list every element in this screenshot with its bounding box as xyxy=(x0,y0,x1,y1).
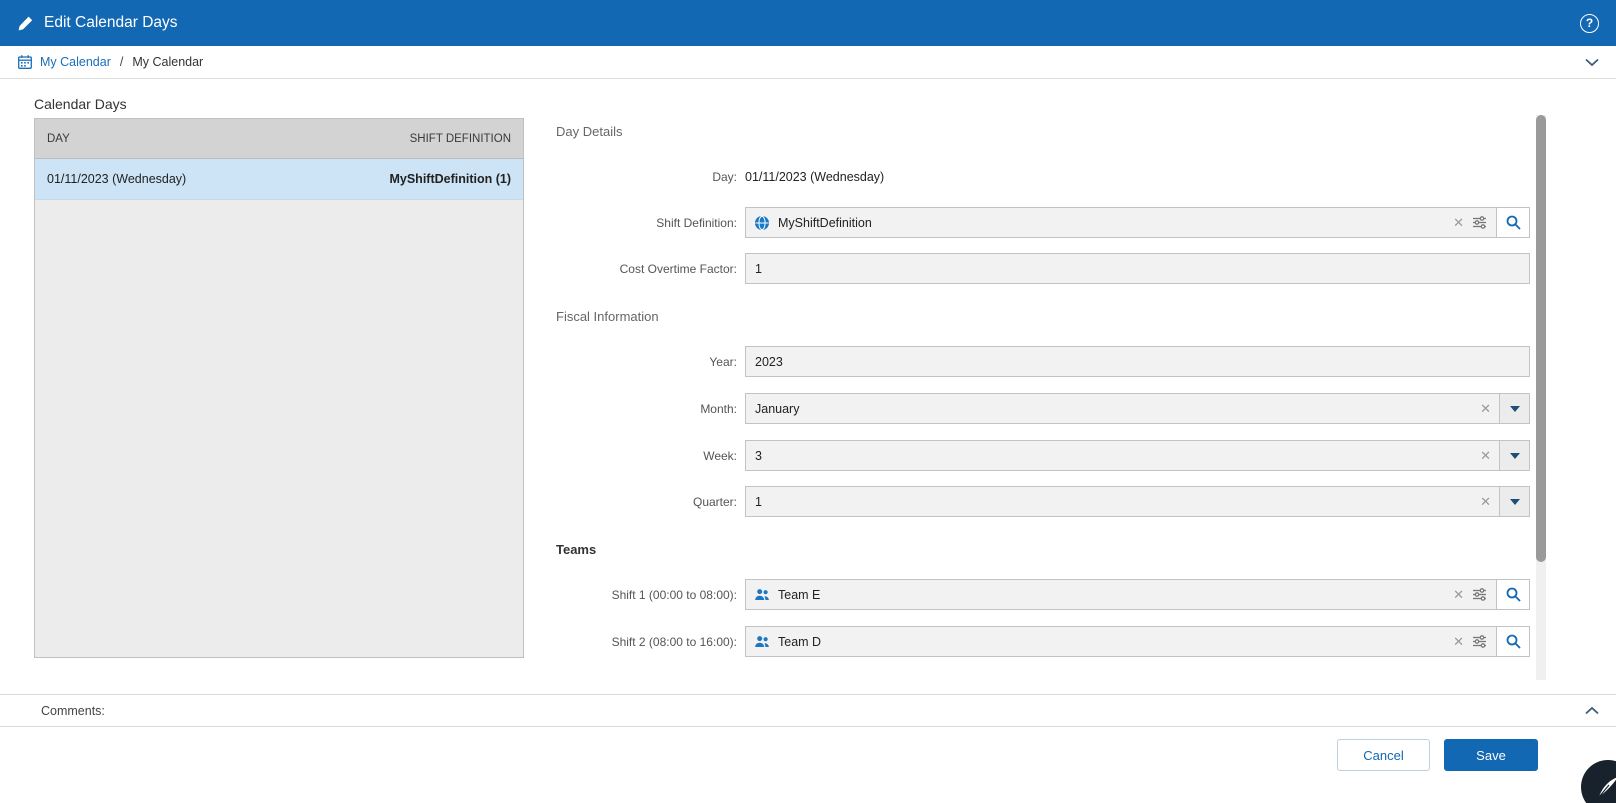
quarter-select[interactable]: 1 ✕ xyxy=(745,486,1530,517)
clear-icon[interactable]: ✕ xyxy=(1480,448,1491,464)
quarter-row: Quarter: 1 ✕ xyxy=(556,486,1530,517)
day-value: 01/11/2023 (Wednesday) xyxy=(745,169,885,184)
cancel-button[interactable]: Cancel xyxy=(1337,739,1430,771)
breadcrumb: My Calendar / My Calendar xyxy=(0,46,1616,79)
shift2-team-search-button[interactable] xyxy=(1496,627,1529,656)
day-label: Day: xyxy=(712,169,737,184)
advanced-filter-icon[interactable] xyxy=(1472,587,1487,602)
caret-down-icon xyxy=(1509,405,1520,412)
shift2-team-lookup-field[interactable]: Team D ✕ xyxy=(745,626,1530,657)
shift1-team-lookup-field[interactable]: Team E ✕ xyxy=(745,579,1530,610)
column-header-day[interactable]: DAY xyxy=(47,133,70,145)
shift-definition-lookup-field[interactable]: MyShiftDefinition ✕ xyxy=(745,207,1530,238)
breadcrumb-root-link[interactable]: My Calendar xyxy=(17,54,111,70)
quill-icon xyxy=(1593,772,1616,802)
clear-icon[interactable]: ✕ xyxy=(1453,587,1464,603)
scrollbar-thumb[interactable] xyxy=(1536,115,1546,562)
month-label: Month: xyxy=(700,401,737,416)
week-row: Week: 3 ✕ xyxy=(556,440,1530,471)
fiscal-information-heading: Fiscal Information xyxy=(556,309,659,324)
cost-overtime-row: Cost Overtime Factor: xyxy=(556,253,1530,284)
save-button[interactable]: Save xyxy=(1444,739,1538,771)
calendar-days-title: Calendar Days xyxy=(34,96,127,112)
chevron-down-icon xyxy=(1585,58,1599,67)
cost-overtime-input[interactable] xyxy=(745,253,1530,284)
quarter-dropdown-button[interactable] xyxy=(1499,487,1529,516)
year-label: Year: xyxy=(709,354,737,369)
team-icon xyxy=(754,587,770,603)
shift2-team-value: Team D xyxy=(778,634,822,649)
advanced-filter-icon[interactable] xyxy=(1472,634,1487,649)
table-header-row: DAY SHIFT DEFINITION xyxy=(35,119,523,159)
shift1-team-search-button[interactable] xyxy=(1496,580,1529,609)
shift-definition-value: MyShiftDefinition xyxy=(778,215,872,230)
calendar-icon xyxy=(17,54,33,70)
shift-definition-search-button[interactable] xyxy=(1496,208,1529,237)
shift2-label: Shift 2 (08:00 to 16:00): xyxy=(611,634,737,649)
week-value: 3 xyxy=(755,448,762,463)
shift-definition-row: Shift Definition: MyShiftDefinition ✕ xyxy=(556,207,1530,238)
month-dropdown-button[interactable] xyxy=(1499,394,1529,423)
month-value: January xyxy=(755,401,800,416)
month-row: Month: January ✕ xyxy=(556,393,1530,424)
caret-down-icon xyxy=(1509,452,1520,459)
caret-down-icon xyxy=(1509,498,1520,505)
quarter-label: Quarter: xyxy=(692,494,737,509)
year-input[interactable] xyxy=(745,346,1530,377)
week-select[interactable]: 3 ✕ xyxy=(745,440,1530,471)
day-row: Day: 01/11/2023 (Wednesday) xyxy=(556,161,1530,192)
clear-icon[interactable]: ✕ xyxy=(1453,215,1464,231)
calendar-days-table: DAY SHIFT DEFINITION 01/11/2023 (Wednesd… xyxy=(34,118,524,658)
edit-calendar-days-window: Edit Calendar Days ? My Calendar / My Ca… xyxy=(0,0,1616,803)
title-bar: Edit Calendar Days ? xyxy=(0,0,1616,46)
breadcrumb-collapse-button[interactable] xyxy=(1585,58,1599,67)
clear-icon[interactable]: ✕ xyxy=(1480,401,1491,417)
week-label: Week: xyxy=(703,448,737,463)
team-icon xyxy=(754,634,770,650)
cell-shift-definition: MyShiftDefinition (1) xyxy=(389,172,511,186)
chevron-up-icon xyxy=(1585,706,1599,715)
clear-icon[interactable]: ✕ xyxy=(1480,494,1491,510)
comments-collapse-button[interactable] xyxy=(1585,706,1599,715)
cost-overtime-label: Cost Overtime Factor: xyxy=(619,261,737,276)
day-details-heading: Day Details xyxy=(556,124,623,139)
comments-bar: Comments: xyxy=(0,694,1616,727)
breadcrumb-current: My Calendar xyxy=(132,55,204,69)
cell-day: 01/11/2023 (Wednesday) xyxy=(47,172,187,186)
help-icon[interactable]: ? xyxy=(1580,13,1599,33)
clear-icon[interactable]: ✕ xyxy=(1453,634,1464,650)
year-row: Year: xyxy=(556,346,1530,377)
week-dropdown-button[interactable] xyxy=(1499,441,1529,470)
quarter-value: 1 xyxy=(755,494,762,509)
app-logo xyxy=(1581,760,1616,803)
shift1-label: Shift 1 (00:00 to 08:00): xyxy=(611,587,737,602)
breadcrumb-root-label: My Calendar xyxy=(40,55,111,69)
breadcrumb-separator: / xyxy=(119,55,124,69)
shift-definition-label: Shift Definition: xyxy=(656,215,737,230)
shift1-team-value: Team E xyxy=(778,587,821,602)
shift2-row: Shift 2 (08:00 to 16:00): Team D ✕ xyxy=(556,626,1530,657)
vertical-scrollbar[interactable] xyxy=(1536,115,1546,680)
teams-heading: Teams xyxy=(556,542,597,557)
comments-label: Comments: xyxy=(41,703,105,718)
table-row[interactable]: 01/11/2023 (Wednesday) MyShiftDefinition… xyxy=(35,159,523,200)
column-header-shift-definition[interactable]: SHIFT DEFINITION xyxy=(410,133,511,145)
page-title: Edit Calendar Days xyxy=(44,14,178,31)
globe-icon xyxy=(754,215,770,231)
pencil-icon xyxy=(17,15,34,32)
advanced-filter-icon[interactable] xyxy=(1472,215,1487,230)
shift1-row: Shift 1 (00:00 to 08:00): Team E ✕ xyxy=(556,579,1530,610)
month-select[interactable]: January ✕ xyxy=(745,393,1530,424)
